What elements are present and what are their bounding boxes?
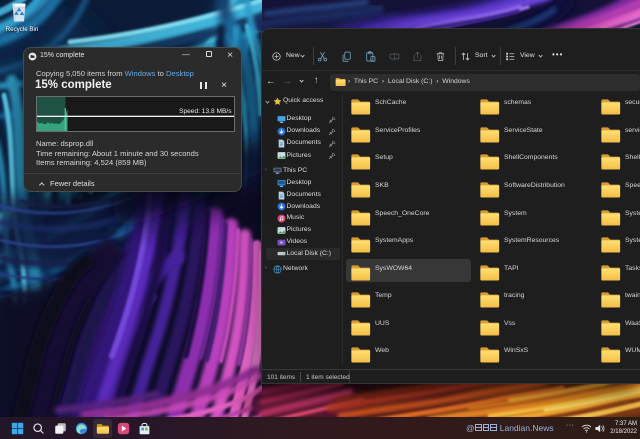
svg-text:Speed: 13.8 MB/s: Speed: 13.8 MB/s <box>179 108 232 115</box>
